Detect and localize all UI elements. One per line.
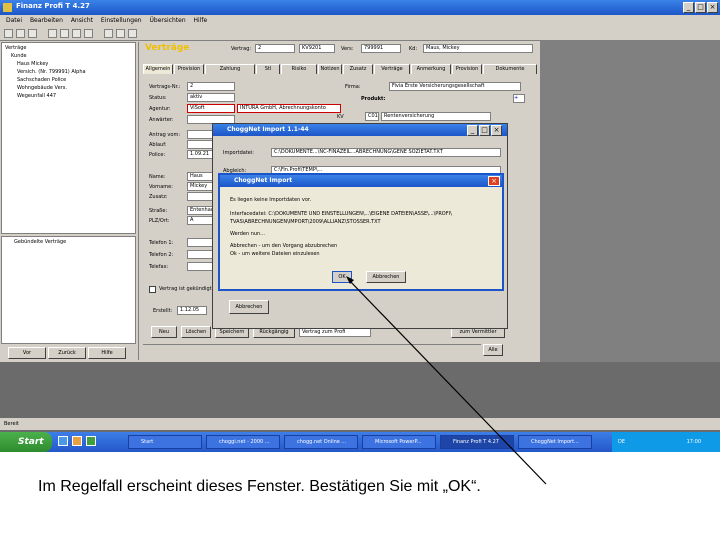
callout-arrow [346,276,547,485]
instruction-caption: Im Regelfall erscheint dieses Fenster. B… [38,478,481,495]
arrow-head [346,276,354,284]
arrow-line [347,278,547,485]
